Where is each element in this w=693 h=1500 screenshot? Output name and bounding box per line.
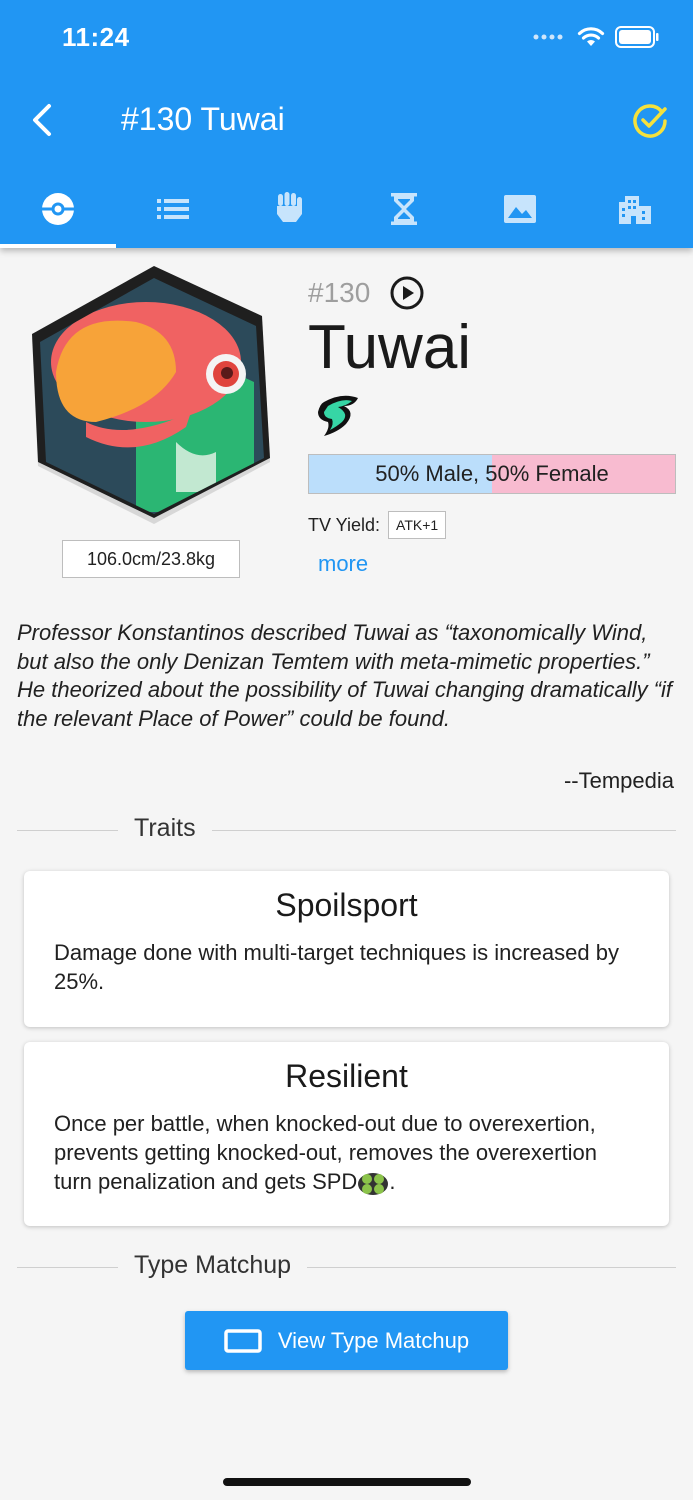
list-icon [157, 199, 190, 219]
number-row: #130 [308, 276, 424, 310]
trait-description: Once per battle, when knocked-out due to… [54, 1111, 597, 1194]
trait-card: Resilient Once per battle, when knocked-… [24, 1042, 669, 1226]
page-title: #130 Tuwai [121, 101, 285, 137]
description-text: Professor Konstantinos described Tuwai a… [17, 620, 673, 731]
more-link[interactable]: more [318, 551, 368, 577]
tv-yield-label: TV Yield: [308, 514, 381, 535]
trait-description: Damage done with multi-target techniques… [54, 940, 619, 994]
gender-ratio-bar: 50% Male, 50% Female [308, 454, 676, 494]
trait-description-container: Once per battle, when knocked-out due to… [54, 1109, 639, 1196]
play-cry-icon[interactable] [390, 276, 424, 310]
gender-ratio-label: 50% Male, 50% Female [375, 461, 609, 486]
status-icons [533, 26, 659, 48]
trait-name: Resilient [285, 1058, 408, 1094]
home-indicator[interactable] [223, 1478, 471, 1486]
type-matchup-divider [17, 1267, 676, 1268]
tab-gallery[interactable] [462, 170, 578, 248]
check-circle-icon [633, 104, 667, 138]
tamed-toggle-button[interactable] [629, 100, 671, 142]
tv-yield-chip: ATK+1 [388, 511, 447, 539]
wind-type-icon [318, 395, 358, 436]
description-source: --Tempedia [563, 768, 674, 793]
temcard-icon [41, 193, 74, 225]
traits-divider [17, 830, 676, 831]
wifi-icon [577, 27, 605, 46]
trait-description-end: . [389, 1169, 396, 1194]
tab-bar [0, 170, 693, 248]
location-icon [619, 196, 652, 224]
battery-icon [615, 26, 659, 48]
tab-evolution[interactable] [347, 170, 463, 248]
tab-locations[interactable] [578, 170, 693, 248]
temtem-portrait [32, 266, 270, 524]
trait-name: Spoilsport [275, 887, 418, 923]
window-icon [224, 1328, 262, 1353]
tab-techniques[interactable] [231, 170, 347, 248]
image-icon [503, 195, 536, 223]
spd-stat-icon [358, 1173, 389, 1196]
traits-section-title: Traits [118, 814, 212, 843]
tab-stats[interactable] [116, 170, 232, 248]
temtem-name: Tuwai [308, 313, 472, 382]
app-bar: 11:24 #130 Tuwai [0, 0, 693, 248]
view-type-matchup-button[interactable]: View Type Matchup [185, 1311, 508, 1370]
back-button[interactable] [22, 100, 62, 140]
hourglass-icon [391, 193, 418, 225]
status-time: 11:24 [62, 22, 130, 52]
size-weight-box: 106.0cm/23.8kg [62, 540, 240, 578]
tab-info[interactable] [0, 170, 116, 248]
signal-icon [533, 34, 563, 40]
temtem-number: #130 [308, 277, 371, 308]
view-type-matchup-label: View Type Matchup [277, 1327, 470, 1353]
type-matchup-section-title: Type Matchup [118, 1251, 308, 1280]
trait-card: Spoilsport Damage done with multi-target… [24, 871, 669, 1027]
fist-icon [276, 192, 302, 222]
chevron-left-icon [33, 104, 51, 136]
tv-yield-row: TV Yield: ATK+1 [308, 511, 447, 539]
